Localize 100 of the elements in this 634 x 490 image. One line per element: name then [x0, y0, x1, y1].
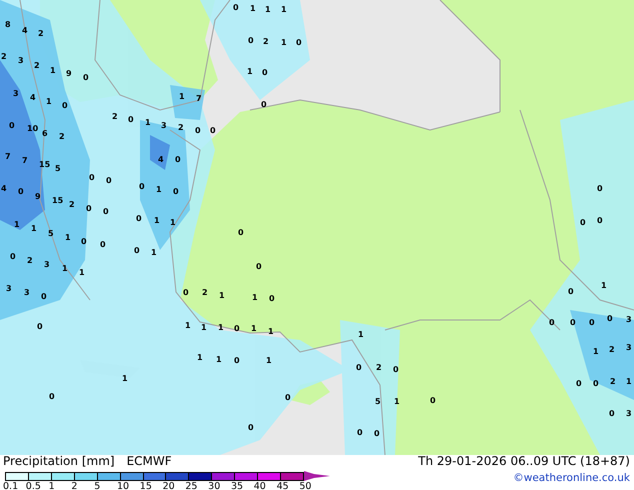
precipitation-value: 0 [593, 379, 599, 388]
scale-tick-label: 50 [299, 481, 312, 490]
precipitation-value: 4 [158, 155, 164, 164]
scale-tick-label: 15 [140, 481, 153, 490]
precipitation-value: 0 [234, 356, 240, 365]
precipitation-value: 1 [266, 356, 272, 365]
precipitation-value: 9 [35, 192, 41, 201]
credit-link[interactable]: ©weatheronline.co.uk [513, 472, 630, 485]
precipitation-value: 1 [281, 38, 287, 47]
precipitation-value: 1 [50, 66, 56, 75]
precipitation-value: 2 [610, 377, 616, 386]
precipitation-value: 0 [589, 318, 595, 327]
precipitation-value: 1 [197, 353, 203, 362]
precipitation-value: 1 [14, 220, 20, 229]
scale-tick-label: 40 [254, 481, 267, 490]
precipitation-value: 1 [46, 97, 52, 106]
precipitation-value: 0 [37, 322, 43, 331]
precipitation-value: 2 [1, 52, 7, 61]
precipitation-value: 2 [202, 288, 208, 297]
precipitation-value: 0 [576, 379, 582, 388]
precipitation-value: 0 [597, 216, 603, 225]
precipitation-value: 5 [48, 229, 54, 238]
precipitation-value: 3 [18, 56, 24, 65]
precipitation-value: 0 [262, 68, 268, 77]
precipitation-value: 0 [269, 294, 275, 303]
precipitation-value: 1 [216, 355, 222, 364]
scale-tick-label: 30 [208, 481, 222, 490]
precipitation-value: 3 [626, 343, 632, 352]
precipitation-value: 1 [65, 233, 71, 242]
precipitation-value: 1 [170, 218, 176, 227]
precipitation-value: 0 [89, 173, 95, 182]
scale-tick-label: 5 [94, 481, 102, 490]
precipitation-value: 1 [218, 323, 224, 332]
precipitation-value: 0 [103, 207, 109, 216]
precipitation-value: 7 [5, 152, 11, 161]
model-name: ECMWF [126, 455, 172, 468]
precipitation-value: 0 [549, 318, 555, 327]
precipitation-value: 0 [357, 428, 363, 437]
precipitation-value: 3 [626, 409, 632, 418]
scale-tick-label: 0.1 [3, 481, 20, 490]
precipitation-value: 1 [151, 248, 157, 257]
precipitation-value: 0 [195, 126, 201, 135]
precipitation-value: 2 [376, 363, 382, 372]
precipitation-value: 2 [112, 112, 118, 121]
precipitation-value: 0 [296, 38, 302, 47]
scale-tick-label: 0.5 [26, 481, 42, 490]
precipitation-value: 1 [145, 118, 151, 127]
scale-tick-label: 45 [276, 481, 290, 490]
precipitation-value: 0 [238, 228, 244, 237]
precipitation-value: 0 [210, 126, 216, 135]
precipitation-value: 2 [59, 132, 65, 141]
precipitation-value: 0 [86, 204, 92, 213]
precipitation-value: 3 [6, 284, 12, 293]
precipitation-value: 0 [607, 314, 613, 323]
precipitation-value: 1 [185, 321, 191, 330]
precipitation-value: 0 [183, 288, 189, 297]
precipitation-value: 0 [173, 187, 179, 196]
precipitation-value: 2 [178, 123, 184, 132]
precipitation-value: 10 [27, 124, 38, 133]
precipitation-value: 1 [31, 224, 37, 233]
precipitation-value: 0 [568, 287, 574, 296]
precipitation-value: 1 [179, 92, 185, 101]
precipitation-value: 0 [139, 182, 145, 191]
precipitation-value: 0 [256, 262, 262, 271]
precipitation-value: 1 [593, 347, 599, 356]
precipitation-value: 0 [233, 3, 239, 12]
precipitation-value: 1 [601, 281, 607, 290]
precipitation-value: 0 [49, 392, 55, 401]
precipitation-value: 7 [22, 156, 28, 165]
precipitation-value: 1 [79, 268, 85, 277]
precipitation-value: 0 [393, 365, 399, 374]
precipitation-value: 15 [52, 196, 64, 205]
precipitation-value: 3 [13, 89, 19, 98]
precipitation-value: 0 [62, 101, 68, 110]
precipitation-value: 1 [265, 5, 271, 14]
precipitation-value: 3 [24, 288, 30, 297]
scale-tick-label: 20 [162, 481, 176, 490]
precipitation-value: 0 [609, 409, 615, 418]
precipitation-value: 1 [251, 324, 257, 333]
precipitation-value: 1 [219, 291, 225, 300]
precipitation-value: 0 [136, 214, 142, 223]
precipitation-value: 0 [430, 396, 436, 405]
scale-tick-label: 2 [71, 481, 78, 490]
precipitation-value: 0 [356, 363, 362, 372]
precipitation-value: 3 [161, 121, 167, 130]
precipitation-value: 1 [252, 293, 258, 302]
precipitation-value: 0 [374, 429, 380, 438]
precipitation-value: 0 [9, 121, 15, 130]
precipitation-value: 1 [281, 5, 287, 14]
precipitation-value: 4 [30, 93, 36, 102]
precipitation-value: 2 [69, 200, 75, 209]
precipitation-value: 0 [134, 246, 140, 255]
precipitation-value: 2 [27, 256, 33, 265]
valid-time: Th 29-01-2026 06..09 UTC (18+87) [418, 455, 630, 468]
precipitation-value: 9 [66, 69, 72, 78]
precipitation-value: 1 [394, 397, 400, 406]
precipitation-value: 15 [39, 160, 50, 169]
precipitation-value: 0 [106, 176, 112, 185]
precipitation-value: 2 [34, 61, 40, 70]
precipitation-value: 2 [609, 345, 615, 354]
